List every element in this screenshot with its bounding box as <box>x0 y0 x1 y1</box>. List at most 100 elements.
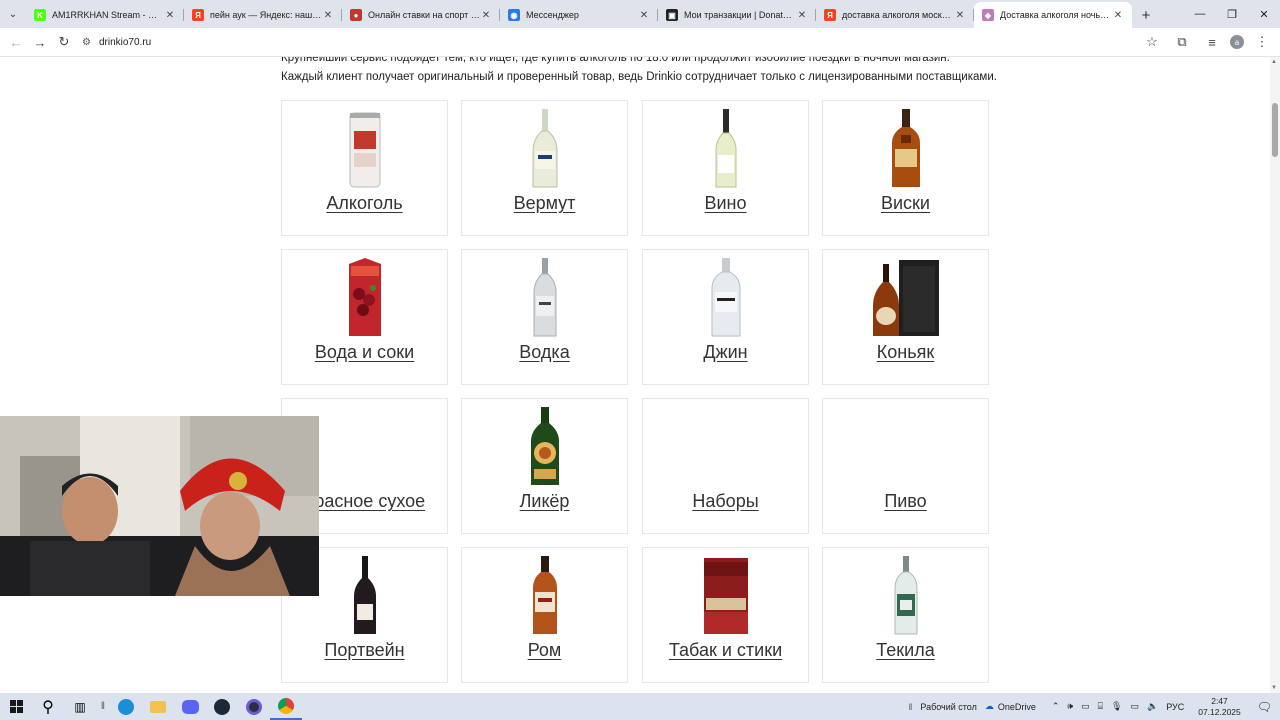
close-window-button[interactable]: ✕ <box>1248 0 1280 28</box>
start-button[interactable] <box>0 693 32 720</box>
juice-box-icon[interactable] <box>282 256 447 338</box>
category-link[interactable]: Алкоголь <box>282 193 447 214</box>
desktop-toolbar-label[interactable]: Рабочий стол <box>920 702 977 712</box>
extensions-icon[interactable]: ⧉ <box>1170 30 1194 54</box>
browser-tab[interactable]: Япейн аук — Яндекс: нашлось ...✕ <box>184 2 342 28</box>
battery-icon[interactable]: ▭ <box>1130 701 1139 712</box>
gin-bottle-icon[interactable] <box>643 256 808 338</box>
language-indicator[interactable]: РУС <box>1166 702 1184 712</box>
volume-icon[interactable]: 🕪 <box>1067 701 1073 712</box>
browser-tab[interactable]: ◉ Мессенджер ✕ <box>500 2 658 28</box>
product-image-placeholder[interactable] <box>643 405 808 487</box>
display-icon[interactable]: ▭ <box>1081 701 1090 712</box>
profile-avatar[interactable]: a <box>1230 35 1244 49</box>
onedrive-icon[interactable]: ☁ <box>985 701 994 712</box>
tab-close-icon[interactable]: ✕ <box>164 10 176 21</box>
category-link[interactable]: Пиво <box>823 491 988 512</box>
beer-can-icon[interactable] <box>282 107 447 189</box>
category-link[interactable]: Ром <box>462 640 627 661</box>
scroll-down-icon[interactable]: ▼ <box>1271 685 1277 691</box>
forward-button[interactable]: → <box>28 30 52 54</box>
tab-favicon-icon: ● <box>350 9 362 21</box>
clock[interactable]: 2:47 07.12.2025 <box>1194 696 1245 718</box>
category-link[interactable]: Вода и соки <box>282 342 447 363</box>
obs-app-button[interactable] <box>238 693 270 720</box>
network-icon[interactable]: ⌸ <box>1098 701 1103 712</box>
whisky-bottle-icon[interactable] <box>823 107 988 189</box>
category-card[interactable]: Наборы <box>642 398 809 534</box>
vodka-bottle-icon[interactable] <box>462 256 627 338</box>
cognac-bottle-icon[interactable] <box>823 256 988 338</box>
vermouth-bottle-icon[interactable] <box>462 107 627 189</box>
liqueur-bottle-icon[interactable] <box>462 405 627 487</box>
discord-app-button[interactable] <box>174 693 206 720</box>
tab-close-icon[interactable]: ✕ <box>1112 10 1124 21</box>
scrollbar-thumb[interactable] <box>1272 103 1278 157</box>
onedrive-label[interactable]: OneDrive <box>998 702 1036 712</box>
page-scrollbar[interactable]: ▲ ▼ <box>1270 57 1280 693</box>
product-image-placeholder[interactable] <box>823 405 988 487</box>
tab-title: пейн аук — Яндекс: нашлось ... <box>210 10 322 20</box>
scroll-up-icon[interactable]: ▲ <box>1271 59 1277 65</box>
explorer-app-button[interactable] <box>142 693 174 720</box>
category-card[interactable]: Алкоголь <box>281 100 448 236</box>
tab-close-icon[interactable]: ✕ <box>480 10 492 21</box>
category-card[interactable]: Водка <box>461 249 628 385</box>
bookmark-star-icon[interactable]: ☆ <box>1140 30 1164 54</box>
tab-close-icon[interactable]: ✕ <box>638 10 650 21</box>
minimize-button[interactable]: — <box>1184 0 1216 28</box>
reload-button[interactable]: ↻ <box>52 30 76 54</box>
browser-tab[interactable]: ● Онлайн ставки на спорт на оф...✕ <box>342 2 500 28</box>
category-link[interactable]: Ликёр <box>462 491 627 512</box>
task-view-button[interactable]: ▥ <box>64 693 96 720</box>
wine-bottle-icon[interactable] <box>643 107 808 189</box>
category-card[interactable]: Пиво <box>822 398 989 534</box>
address-bar[interactable]: ⚙ drinkio70.ru <box>82 37 1122 48</box>
browser-tab[interactable]: K AM1RRKHAN Stream - Watch ...✕ <box>26 2 184 28</box>
site-info-icon[interactable]: ⚙ <box>82 37 91 48</box>
category-link[interactable]: Текила <box>823 640 988 661</box>
category-link[interactable]: Коньяк <box>823 342 988 363</box>
steam-app-button[interactable] <box>206 693 238 720</box>
category-card[interactable]: Ром <box>461 547 628 683</box>
overflow-chevron-icon[interactable]: ⌃ <box>1052 701 1060 712</box>
tab-close-icon[interactable]: ✕ <box>322 10 334 21</box>
category-card[interactable]: Вермут <box>461 100 628 236</box>
new-tab-button[interactable]: + <box>1132 2 1160 28</box>
tobacco-pack-icon[interactable] <box>643 554 808 636</box>
category-link[interactable]: Табак и стики <box>643 640 808 661</box>
category-card[interactable]: Виски <box>822 100 989 236</box>
category-link[interactable]: Вермут <box>462 193 627 214</box>
category-link[interactable]: Портвейн <box>282 640 447 661</box>
category-link[interactable]: Виски <box>823 193 988 214</box>
maximize-button[interactable]: ❐ <box>1216 0 1248 28</box>
notifications-icon[interactable]: 🗨 <box>1257 700 1272 714</box>
category-card[interactable]: Ликёр <box>461 398 628 534</box>
edge-app-button[interactable] <box>110 693 142 720</box>
tab-close-icon[interactable]: ✕ <box>796 10 808 21</box>
category-card[interactable]: Табак и стики <box>642 547 809 683</box>
browser-tab[interactable]: ▣ Мои транзакции | DonatePay ✕ <box>658 2 816 28</box>
category-card[interactable]: Джин <box>642 249 809 385</box>
speaker-icon[interactable]: 🔈 <box>1147 701 1158 712</box>
tab-close-icon[interactable]: ✕ <box>954 10 966 21</box>
category-link[interactable]: Вино <box>643 193 808 214</box>
category-link[interactable]: Водка <box>462 342 627 363</box>
chrome-app-button[interactable] <box>270 693 302 720</box>
category-card[interactable]: Вода и соки <box>281 249 448 385</box>
media-queue-icon[interactable]: ≡ <box>1200 30 1224 54</box>
tab-search-button[interactable]: ⌄ <box>0 0 26 28</box>
search-button[interactable]: ⚲ <box>32 693 64 720</box>
category-link[interactable]: Наборы <box>643 491 808 512</box>
category-card[interactable]: Текила <box>822 547 989 683</box>
menu-kebab-icon[interactable]: ⋮ <box>1250 30 1274 54</box>
category-card[interactable]: Коньяк <box>822 249 989 385</box>
browser-tab[interactable]: ◆ Доставка алкоголя ночью Мо...✕ <box>974 2 1132 28</box>
rum-bottle-icon[interactable] <box>462 554 627 636</box>
tequila-bottle-icon[interactable] <box>823 554 988 636</box>
back-button[interactable]: ← <box>4 30 28 54</box>
browser-tab[interactable]: Ядоставка алкоголя москва — ...✕ <box>816 2 974 28</box>
category-link[interactable]: Джин <box>643 342 808 363</box>
microphone-icon[interactable]: 🎙 <box>1111 701 1122 712</box>
category-card[interactable]: Вино <box>642 100 809 236</box>
